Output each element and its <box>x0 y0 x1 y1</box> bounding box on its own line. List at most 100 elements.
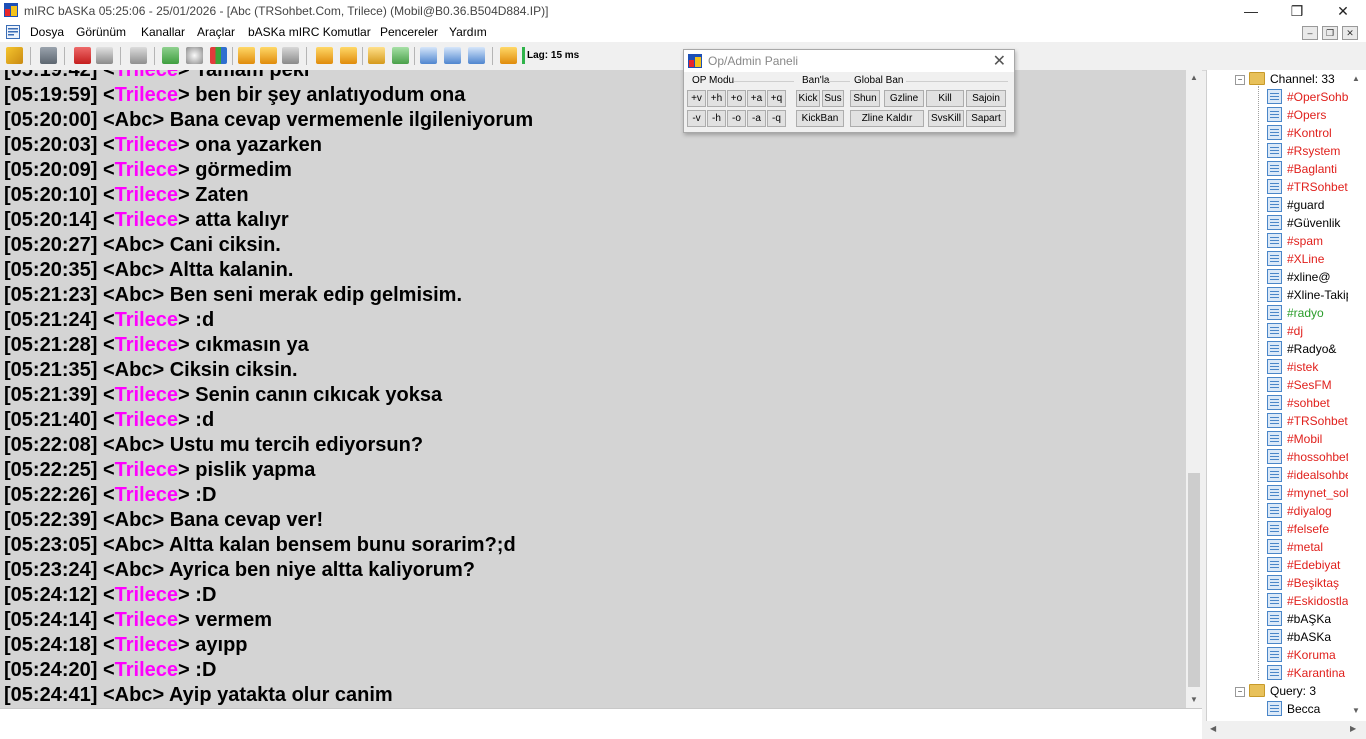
chat-nick[interactable]: Abc <box>115 559 153 581</box>
chat-scrollbar[interactable]: ▲ ▼ <box>1186 70 1202 708</box>
channel-item[interactable]: #Baglanti <box>1267 160 1337 178</box>
channel-item[interactable]: #Radyo& <box>1267 340 1336 358</box>
menu-araclar[interactable]: Araçlar <box>197 25 235 39</box>
channel-item[interactable]: #felsefe <box>1267 520 1329 538</box>
chat-nick[interactable]: Abc <box>115 234 153 256</box>
chat-nick[interactable]: Trilece <box>115 309 178 331</box>
channel-item[interactable]: #Güvenlik <box>1267 214 1340 232</box>
chat-nick[interactable]: Trilece <box>115 609 178 631</box>
channel-item[interactable]: #XLine <box>1267 250 1324 268</box>
kill-button[interactable]: Kill <box>926 90 964 107</box>
address-book-icon[interactable] <box>162 47 179 64</box>
tree-scroll-right-icon[interactable]: ▶ <box>1350 724 1356 733</box>
op-mode-remove-button[interactable]: -a <box>747 110 766 127</box>
log-viewer-icon[interactable] <box>368 47 385 64</box>
channel-item[interactable]: #Eskidostlar <box>1267 592 1352 610</box>
cascade-icon[interactable] <box>420 47 437 64</box>
menu-baska-komutlar[interactable]: bASKa mIRC Komutlar <box>248 25 371 39</box>
chat-nick[interactable]: Abc <box>115 284 153 306</box>
menu-yardim[interactable]: Yardım <box>449 25 487 39</box>
channel-item[interactable]: #bAŞKa <box>1267 610 1331 628</box>
window-menu-icon[interactable] <box>6 25 20 39</box>
mdi-close-button[interactable]: ✕ <box>1342 26 1358 40</box>
query-item-becca[interactable]: Becca <box>1267 700 1320 718</box>
message-input[interactable] <box>0 708 1202 739</box>
chat-nick[interactable]: Abc <box>115 509 153 531</box>
chat-nick[interactable]: Abc <box>115 109 153 131</box>
options-icon[interactable] <box>40 47 57 64</box>
scroll-down-icon[interactable]: ▼ <box>1186 692 1202 708</box>
zline-kaldir-button[interactable]: Zline Kaldır <box>850 110 924 127</box>
channel-item[interactable]: #Rsystem <box>1267 142 1340 160</box>
close-button[interactable]: ✕ <box>1320 0 1366 22</box>
maximize-button[interactable]: ❒ <box>1274 0 1320 22</box>
channel-item[interactable]: #guard <box>1267 196 1324 214</box>
chat-nick[interactable]: Trilece <box>115 659 178 681</box>
chat-nick[interactable]: Trilece <box>115 584 178 606</box>
channel-item[interactable]: #hossohbet <box>1267 448 1349 466</box>
colors-icon[interactable] <box>210 47 227 64</box>
channel-item[interactable]: #SesFM <box>1267 376 1332 394</box>
menu-dosya[interactable]: Dosya <box>30 25 64 39</box>
channel-item[interactable]: #Opers <box>1267 106 1326 124</box>
chat-nick[interactable]: Abc <box>115 684 153 706</box>
menu-kanallar[interactable]: Kanallar <box>141 25 185 39</box>
notify-list-icon[interactable] <box>316 47 333 64</box>
chat-nick[interactable]: Trilece <box>115 384 178 406</box>
chat-nick[interactable]: Trilece <box>115 409 178 431</box>
sapart-button[interactable]: Sapart <box>966 110 1006 127</box>
channel-item[interactable]: #spam <box>1267 232 1323 250</box>
menu-gorunum[interactable]: Görünüm <box>76 25 126 39</box>
tree-scroll-down-icon[interactable]: ▼ <box>1352 706 1360 715</box>
channel-item[interactable]: #diyalog <box>1267 502 1332 520</box>
channel-item[interactable]: #OperSohbet <box>1267 88 1358 106</box>
scroll-up-icon[interactable]: ▲ <box>1186 70 1202 86</box>
channel-item[interactable]: #Beşiktaş <box>1267 574 1339 592</box>
chat-nick[interactable]: Trilece <box>115 334 178 356</box>
op-mode-remove-button[interactable]: -v <box>687 110 706 127</box>
op-mode-remove-button[interactable]: -q <box>767 110 786 127</box>
sajoin-button[interactable]: Sajoin <box>966 90 1006 107</box>
channel-item[interactable]: #Xline-Takip <box>1267 286 1352 304</box>
channel-item[interactable]: #TRSohbet <box>1267 412 1348 430</box>
channel-item[interactable]: #radyo <box>1267 304 1324 322</box>
channel-item[interactable]: #Edebiyat <box>1267 556 1340 574</box>
gzline-button[interactable]: Gzline <box>884 90 924 107</box>
op-mode-add-button[interactable]: +o <box>727 90 746 107</box>
chat-nick[interactable]: Trilece <box>115 184 178 206</box>
channel-item[interactable]: #metal <box>1267 538 1323 556</box>
tile-horizontal-icon[interactable] <box>444 47 461 64</box>
channel-item[interactable]: #Karantina <box>1267 664 1345 682</box>
chat-nick[interactable]: Trilece <box>115 484 178 506</box>
connect-icon[interactable] <box>6 47 23 64</box>
tree-scroll-up-icon[interactable]: ▲ <box>1352 74 1360 83</box>
chat-nick[interactable]: Trilece <box>115 70 178 81</box>
url-catcher-icon[interactable] <box>340 47 357 64</box>
channel-item[interactable]: #Mobil <box>1267 430 1322 448</box>
kickban-button[interactable]: KickBan <box>796 110 844 127</box>
channels-folder[interactable]: Channel: 33 <box>1249 70 1335 88</box>
chat-nick[interactable]: Trilece <box>115 84 178 106</box>
query-folder[interactable]: Query: 3 <box>1249 682 1316 700</box>
received-files-icon[interactable] <box>392 47 409 64</box>
chat-nick[interactable]: Trilece <box>115 209 178 231</box>
chat-nick[interactable]: Trilece <box>115 134 178 156</box>
mdi-restore-button[interactable]: ❐ <box>1322 26 1338 40</box>
chat-nick[interactable]: Trilece <box>115 634 178 656</box>
minimize-button[interactable]: — <box>1228 0 1274 22</box>
channel-item[interactable]: #bASKa <box>1267 628 1331 646</box>
collapse-channels-icon[interactable]: − <box>1235 75 1245 85</box>
op-mode-add-button[interactable]: +a <box>747 90 766 107</box>
collapse-query-icon[interactable]: − <box>1235 687 1245 697</box>
dcc-options-icon[interactable] <box>282 47 299 64</box>
dcc-chat-icon[interactable] <box>260 47 277 64</box>
help-icon[interactable] <box>500 47 517 64</box>
chat-nick[interactable]: Trilece <box>115 459 178 481</box>
kick-button[interactable]: Kick <box>796 90 820 107</box>
chat-nick[interactable]: Abc <box>115 434 153 456</box>
sus-button[interactable]: Sus <box>822 90 844 107</box>
chat-nick[interactable]: Abc <box>115 259 153 281</box>
timer-icon[interactable] <box>186 47 203 64</box>
op-mode-add-button[interactable]: +h <box>707 90 726 107</box>
scroll-thumb[interactable] <box>1188 473 1200 687</box>
